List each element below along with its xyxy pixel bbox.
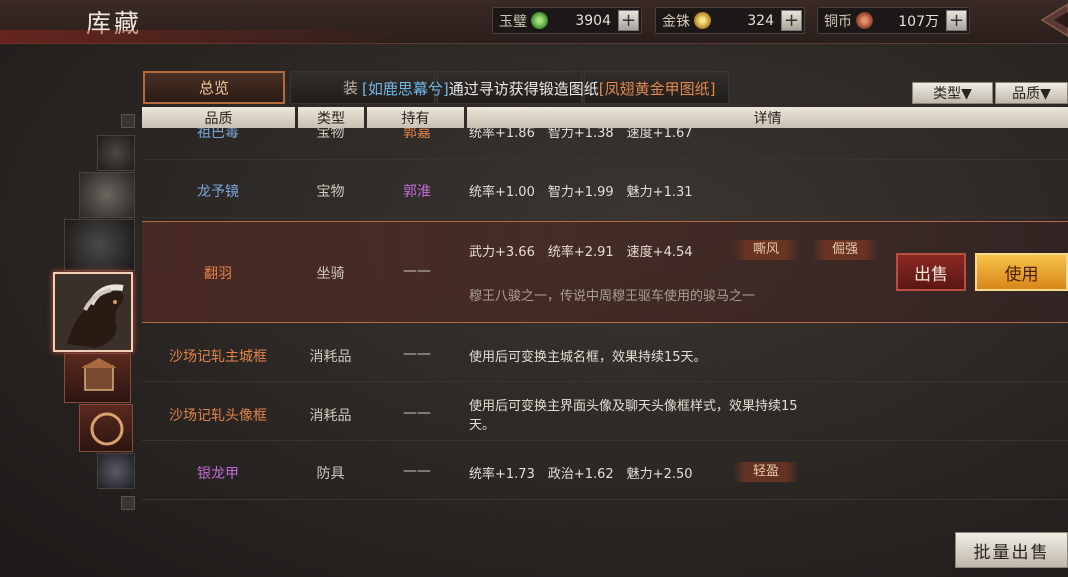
item-owner: —— bbox=[403, 263, 431, 279]
item-detail: 统率+1.73 政治+1.62 魅力+2.50 bbox=[469, 467, 693, 482]
item-detail: 使用后可变换主界面头像及聊天头像框样式，效果持续15 bbox=[469, 399, 798, 414]
item-owner: —— bbox=[403, 463, 431, 479]
currency-value: 107万 bbox=[898, 13, 939, 30]
trait-tag: 轻盈 bbox=[733, 462, 799, 482]
scroll-down-icon[interactable] bbox=[121, 496, 135, 510]
currency-value: 3904 bbox=[575, 12, 611, 29]
item-thumbnail[interactable] bbox=[64, 219, 135, 271]
item-owner: —— bbox=[403, 405, 431, 421]
back-arrow-icon[interactable] bbox=[1028, 0, 1068, 40]
add-jade-button[interactable]: + bbox=[618, 10, 639, 31]
item-owner: 郭淮 bbox=[403, 184, 431, 200]
item-detail: 统率+1.86 智力+1.38 速度+1.67 bbox=[469, 128, 693, 141]
table-row[interactable]: 沙场记轧主城框 消耗品 —— 使用后可变换主城名框，效果持续15天。 bbox=[142, 324, 1068, 382]
item-detail: 使用后可变换主城名框，效果持续15天。 bbox=[469, 350, 707, 365]
scroll-up-icon[interactable] bbox=[121, 114, 135, 128]
table-row[interactable]: 龙予镜 宝物 郭淮 统率+1.00 智力+1.99 魅力+1.31 bbox=[142, 160, 1068, 218]
gold-coin-icon bbox=[694, 12, 711, 29]
quality-filter-dropdown[interactable]: 品质▼ bbox=[995, 82, 1068, 104]
currency-value: 324 bbox=[747, 12, 774, 29]
banner-text: 通过寻访获得锻造图纸 bbox=[448, 80, 599, 98]
jade-coin-icon bbox=[531, 12, 548, 29]
horse-icon bbox=[55, 274, 131, 350]
item-description: 穆王八骏之一，传说中周穆王驱车使用的骏马之一 bbox=[469, 289, 756, 304]
item-owner: —— bbox=[403, 346, 431, 362]
tab-overview[interactable]: 总览 bbox=[143, 71, 285, 104]
currency-copper: 铜币 107万 + bbox=[817, 7, 970, 34]
item-thumbnail[interactable] bbox=[79, 172, 135, 218]
item-detail: 武力+3.66 统率+2.91 速度+4.54 bbox=[469, 245, 693, 260]
item-name: 祖巴毒 bbox=[197, 128, 239, 141]
item-type: 宝物 bbox=[316, 184, 345, 200]
item-type: 防具 bbox=[316, 466, 345, 482]
tab-label: 装 bbox=[343, 79, 359, 97]
item-thumbnail[interactable] bbox=[64, 353, 131, 403]
item-list: 祖巴毒 宝物 郭嘉 统率+1.86 智力+1.38 速度+1.67 龙予镜 宝物… bbox=[142, 128, 1068, 516]
column-header-detail: 详情 bbox=[467, 107, 1068, 128]
currency-label: 玉璧 bbox=[499, 13, 527, 30]
page-title: 库藏 bbox=[86, 9, 143, 38]
item-detail-continued: 天。 bbox=[469, 418, 496, 433]
sell-button[interactable]: 出售 bbox=[896, 253, 966, 291]
copper-coin-icon bbox=[856, 12, 873, 29]
currency-label: 金铢 bbox=[662, 13, 690, 30]
item-thumbnail[interactable] bbox=[97, 453, 135, 489]
trait-tag: 嘶风 bbox=[733, 240, 799, 260]
avatar-frame-icon bbox=[90, 412, 124, 446]
announcement-banner: [如鹿思幕兮]通过寻访获得锻造图纸[凤翅黄金甲图纸] bbox=[362, 78, 715, 99]
column-header-type[interactable]: 类型 bbox=[298, 107, 364, 128]
item-thumbnail[interactable] bbox=[97, 135, 135, 171]
item-type: 消耗品 bbox=[309, 349, 352, 365]
currency-jade: 玉璧 3904 + bbox=[492, 7, 642, 34]
item-owner: 郭嘉 bbox=[403, 128, 431, 141]
column-header-quality[interactable]: 品质 bbox=[142, 107, 295, 128]
column-header-owner[interactable]: 持有 bbox=[367, 107, 464, 128]
item-type: 消耗品 bbox=[309, 408, 352, 424]
item-name: 沙场记轧头像框 bbox=[169, 408, 267, 424]
item-name: 翻羽 bbox=[204, 266, 232, 282]
selected-item-thumbnail[interactable] bbox=[53, 272, 133, 352]
item-name: 龙予镜 bbox=[197, 184, 239, 200]
banner-item: [凤翅黄金甲图纸] bbox=[598, 80, 716, 98]
currency-label: 铜币 bbox=[824, 13, 852, 30]
trait-tag: 倔强 bbox=[812, 240, 878, 260]
use-button[interactable]: 使用 bbox=[975, 253, 1068, 291]
table-row[interactable]: 银龙甲 防具 —— 统率+1.73 政治+1.62 魅力+2.50 轻盈 bbox=[142, 442, 1068, 500]
table-row[interactable]: 沙场记轧头像框 消耗品 —— 使用后可变换主界面头像及聊天头像框样式，效果持续1… bbox=[142, 383, 1068, 441]
item-thumbnail[interactable] bbox=[79, 404, 133, 452]
city-frame-icon bbox=[81, 358, 117, 391]
add-gold-button[interactable]: + bbox=[781, 10, 802, 31]
batch-sell-button[interactable]: 批量出售 bbox=[955, 532, 1068, 568]
item-name: 银龙甲 bbox=[197, 466, 239, 482]
tab-label: 总览 bbox=[198, 79, 229, 97]
table-row[interactable]: 祖巴毒 宝物 郭嘉 统率+1.86 智力+1.38 速度+1.67 bbox=[142, 128, 1068, 160]
item-type: 宝物 bbox=[316, 128, 345, 141]
top-bar: 库藏 玉璧 3904 + 金铢 324 + 铜币 107万 + bbox=[0, 0, 1068, 44]
add-copper-button[interactable]: + bbox=[946, 10, 967, 31]
item-detail: 统率+1.00 智力+1.99 魅力+1.31 bbox=[469, 185, 693, 200]
type-filter-dropdown[interactable]: 类型▼ bbox=[912, 82, 993, 104]
item-type: 坐骑 bbox=[316, 266, 345, 282]
banner-player: [如鹿思幕兮] bbox=[362, 80, 449, 98]
item-name: 沙场记轧主城框 bbox=[169, 349, 267, 365]
currency-gold: 金铢 324 + bbox=[655, 7, 805, 34]
